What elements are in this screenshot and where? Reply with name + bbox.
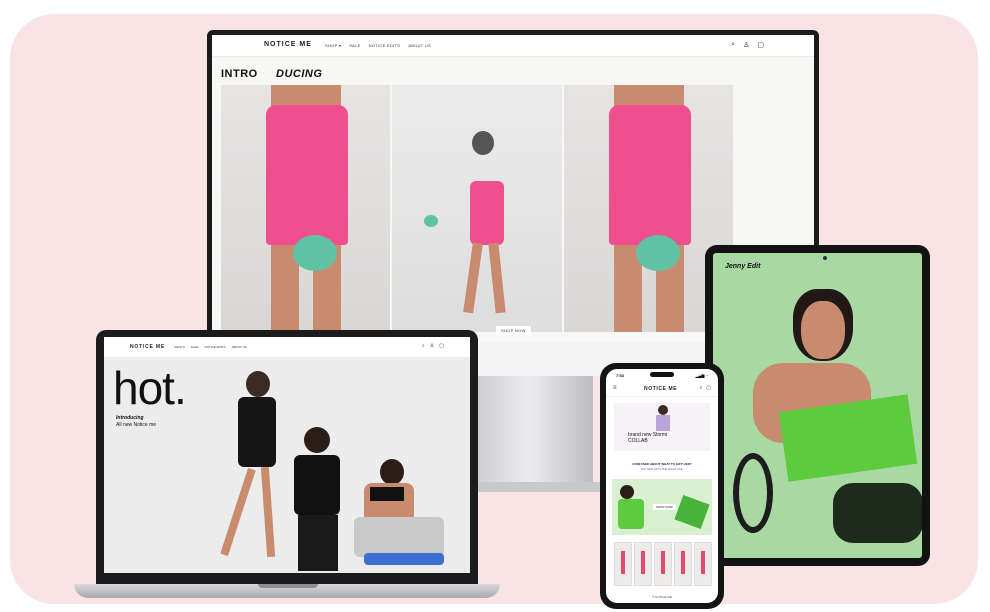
- search-icon[interactable]: ⌕: [699, 385, 702, 391]
- nav-link-about-us[interactable]: ABOUT US: [231, 345, 246, 349]
- nav-link-sale[interactable]: SALE: [191, 345, 199, 349]
- phone-navbar: ≡ NOTICE ME ⌕ ▢: [606, 383, 718, 397]
- laptop-screen: NOTICE ME SHOP ▾ SALE NOTICE EDITS ABOUT…: [104, 337, 470, 573]
- tablet: Jenny Edit: [705, 245, 930, 566]
- cart-icon[interactable]: ▢: [757, 41, 764, 49]
- phone-screen: 7:53 ▂▄▆ ◔ ≡ NOTICE ME ⌕ ▢ brand new Sto…: [606, 369, 718, 603]
- tablet-screen: Jenny Edit: [713, 253, 922, 558]
- laptop: NOTICE ME SHOP ▾ SALE NOTICE EDITS ABOUT…: [96, 330, 478, 586]
- monitor-nav-links: SHOP ▾ SALE NOTICE EDITS ABOUT US: [325, 43, 431, 48]
- phone-footer: © NOTICE ME: [652, 595, 672, 599]
- hero-subline: All new Notice me: [116, 422, 157, 428]
- nav-link-notice-edits[interactable]: NOTICE EDITS: [204, 345, 225, 349]
- product-thumbnail[interactable]: [614, 542, 632, 586]
- smartphone: 7:53 ▂▄▆ ◔ ≡ NOTICE ME ⌕ ▢ brand new Sto…: [600, 363, 724, 609]
- phone-nav-icons: ⌕ ▢: [699, 385, 711, 391]
- brand-line-2: COLLAB: [628, 438, 648, 444]
- product-thumbnail[interactable]: [694, 542, 712, 586]
- nav-link-about-us[interactable]: ABOUT US: [408, 43, 431, 48]
- model-photo[interactable]: [221, 85, 391, 332]
- menu-icon[interactable]: ≡: [613, 385, 617, 391]
- monitor-stand: [478, 376, 593, 484]
- monitor-logo[interactable]: NOTICE ME: [264, 41, 312, 48]
- gift-heading: CONFUSED ABOUT WHAT TO GIFT HER?: [632, 462, 692, 466]
- monitor-navbar: NOTICE ME SHOP ▾ SALE NOTICE EDITS ABOUT…: [212, 35, 814, 57]
- hero-word: hot.: [113, 362, 187, 414]
- heading-ducing: DUCING: [276, 68, 323, 80]
- promo-stage: NOTICE ME SHOP ▾ SALE NOTICE EDITS ABOUT…: [0, 0, 990, 612]
- product-thumbnails: [614, 542, 712, 586]
- heading-intro: INTRO: [221, 68, 258, 80]
- status-time: 7:53: [616, 373, 625, 378]
- laptop-nav-links: SHOP ▾ SALE NOTICE EDITS ABOUT US: [174, 345, 247, 349]
- nav-link-shop[interactable]: SHOP ▾: [174, 345, 185, 349]
- status-bar: 7:53 ▂▄▆ ◔: [606, 369, 718, 381]
- search-icon[interactable]: ⌕: [731, 41, 735, 49]
- cart-icon[interactable]: ▢: [706, 385, 711, 391]
- product-thumbnail[interactable]: [674, 542, 692, 586]
- monitor-photo-row: [221, 85, 733, 332]
- shop-now-button[interactable]: SHOP NOW: [496, 326, 531, 335]
- nav-link-notice-edits[interactable]: NOTICE EDITS: [369, 43, 401, 48]
- hero-intro: Introducing: [116, 415, 144, 421]
- laptop-logo[interactable]: NOTICE ME: [130, 344, 165, 350]
- nav-link-sale[interactable]: SALE: [349, 43, 360, 48]
- monitor-foot: [466, 482, 606, 492]
- nav-link-shop[interactable]: SHOP ▾: [325, 43, 341, 48]
- user-icon[interactable]: ♙: [743, 41, 749, 49]
- laptop-nav-icons: ⌕ ♙ ▢: [422, 343, 444, 349]
- user-icon[interactable]: ♙: [430, 343, 434, 349]
- model-photo[interactable]: [713, 253, 922, 558]
- shop-now-button[interactable]: SHOP NOW: [653, 504, 676, 510]
- dynamic-island: [650, 372, 674, 377]
- cart-icon[interactable]: ▢: [439, 343, 444, 349]
- product-thumbnail[interactable]: [654, 542, 672, 586]
- product-thumbnail[interactable]: [634, 542, 652, 586]
- laptop-notch: [258, 584, 318, 588]
- monitor-nav-icons: ⌕ ♙ ▢: [731, 41, 764, 49]
- phone-logo[interactable]: NOTICE ME: [644, 386, 677, 392]
- model-photo[interactable]: [392, 85, 562, 332]
- laptop-navbar: NOTICE ME SHOP ▾ SALE NOTICE EDITS ABOUT…: [104, 337, 470, 357]
- gift-subtext: BUY HER GIFTS SHE MIGHT LIKE: [641, 468, 683, 471]
- phone-hero-text: brand new Stormi COLLAB: [628, 432, 667, 444]
- signal-battery-icon: ▂▄▆ ◔: [695, 373, 708, 378]
- search-icon[interactable]: ⌕: [422, 343, 425, 349]
- model-group-photo: [214, 367, 464, 573]
